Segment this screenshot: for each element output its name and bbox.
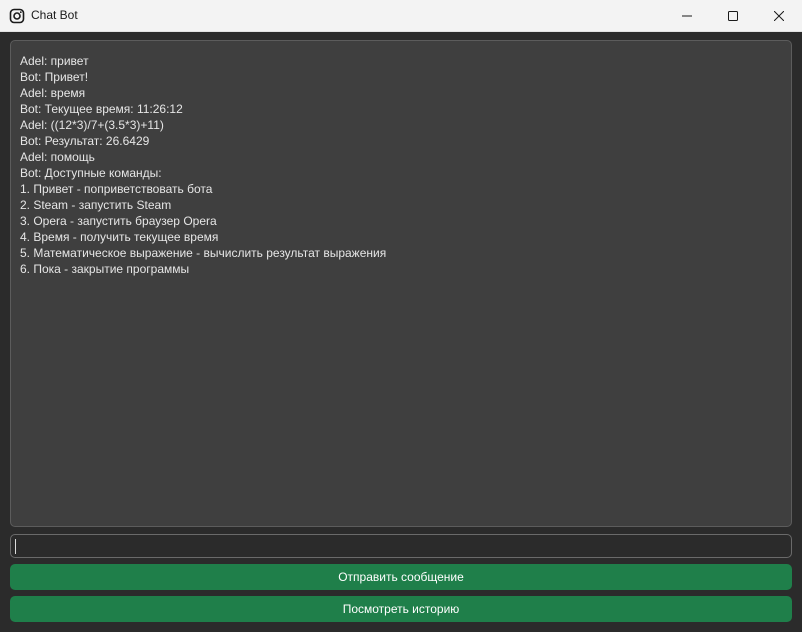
maximize-button[interactable]	[710, 0, 756, 32]
view-history-button[interactable]: Посмотреть историю	[10, 596, 792, 622]
chat-line: Bot: Доступные команды:	[20, 166, 162, 180]
title-bar[interactable]: Chat Bot	[0, 0, 802, 32]
chat-line: 5. Математическое выражение - вычислить …	[20, 246, 387, 260]
close-icon	[774, 11, 784, 21]
chat-line: Adel: привет	[20, 54, 89, 68]
instagram-icon	[9, 8, 25, 24]
chat-line: Adel: ((12*3)/7+(3.5*3)+11)	[20, 118, 164, 132]
chat-line: Adel: время	[20, 86, 86, 100]
chat-history[interactable]: Adel: привет Bot: Привет! Adel: время Bo…	[10, 40, 792, 527]
chat-line: 6. Пока - закрытие программы	[20, 262, 190, 276]
minimize-icon	[682, 15, 692, 17]
minimize-button[interactable]	[664, 0, 710, 32]
chat-line: 1. Привет - поприветствовать бота	[20, 182, 213, 196]
close-button[interactable]	[756, 0, 802, 32]
chat-line: 4. Время - получить текущее время	[20, 230, 219, 244]
window-title: Chat Bot	[31, 8, 78, 22]
chat-line: Bot: Результат: 26.6429	[20, 134, 150, 148]
chat-line: 2. Steam - запустить Steam	[20, 198, 172, 212]
chat-line: Bot: Текущее время: 11:26:12	[20, 102, 183, 116]
text-cursor	[15, 539, 16, 554]
send-message-button[interactable]: Отправить сообщение	[10, 564, 792, 590]
maximize-icon	[728, 11, 738, 21]
chat-line: Bot: Привет!	[20, 70, 89, 84]
main-content: Adel: привет Bot: Привет! Adel: время Bo…	[0, 32, 802, 632]
chat-line: Adel: помощь	[20, 150, 95, 164]
chat-line: 3. Opera - запустить браузер Opera	[20, 214, 217, 228]
message-input[interactable]	[10, 534, 792, 558]
